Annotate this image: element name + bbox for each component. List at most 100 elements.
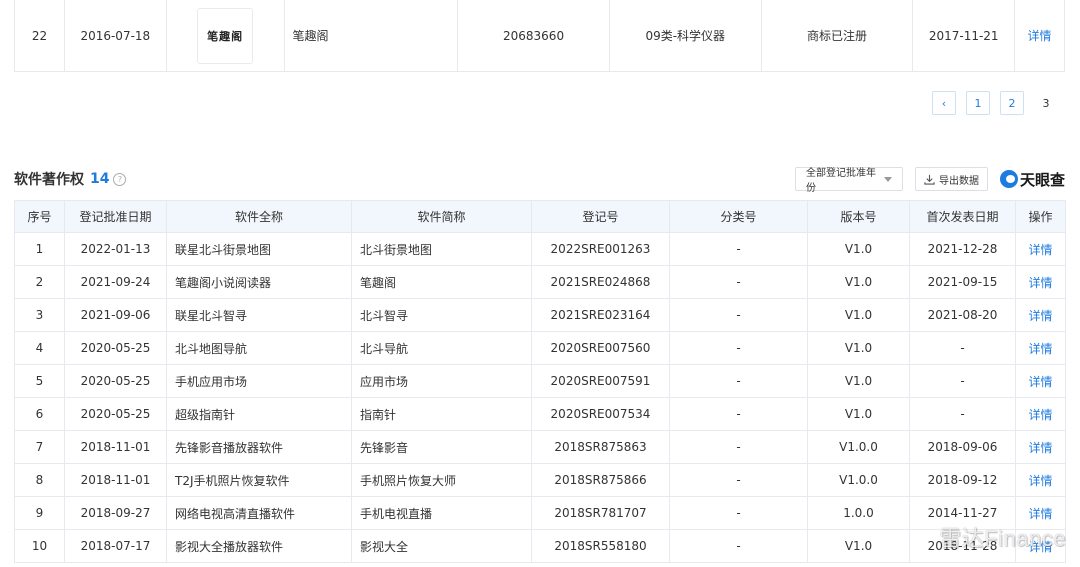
col-header: 软件全称	[166, 200, 352, 233]
section-count: 14	[90, 171, 110, 187]
cell-reg-no: 2021SRE024868	[531, 265, 670, 299]
col-header: 软件简称	[351, 200, 532, 233]
cell-class-no: -	[669, 232, 808, 266]
help-icon[interactable]: ?	[113, 172, 127, 186]
cell-action: 详情	[1015, 364, 1066, 398]
table-row: 2 2021-09-24 笔趣阁小说阅读器 笔趣阁 2021SRE024868 …	[14, 265, 1066, 299]
detail-link[interactable]: 详情	[1028, 507, 1052, 521]
col-header: 登记批准日期	[64, 200, 167, 233]
detail-link[interactable]: 详情	[1028, 441, 1052, 455]
detail-link[interactable]: 详情	[1028, 474, 1052, 488]
cell-class-no: -	[669, 496, 808, 530]
cell-class-no: -	[669, 397, 808, 431]
export-data-button[interactable]: 导出数据	[914, 167, 988, 191]
cell-no: 2	[14, 265, 65, 299]
cell-full-name: 先锋影音播放器软件	[166, 430, 352, 464]
cell-version: V1.0	[807, 265, 910, 299]
col-header: 首次发表日期	[909, 200, 1016, 233]
cell-publish-date: 2021-08-20	[909, 298, 1016, 332]
table-row: 4 2020-05-25 北斗地图导航 北斗导航 2020SRE007560 -…	[14, 331, 1066, 365]
table-row: 1 2022-01-13 联星北斗街景地图 北斗街景地图 2022SRE0012…	[14, 232, 1066, 266]
tianyancha-logo: 天眼查	[999, 169, 1065, 190]
chevron-left-icon: ‹	[941, 96, 947, 110]
cell-publish-date: -	[909, 364, 1016, 398]
detail-link[interactable]: 详情	[1028, 408, 1052, 422]
cell-no: 1	[14, 232, 65, 266]
cell-no: 8	[14, 463, 65, 497]
detail-link[interactable]: 详情	[1028, 276, 1052, 290]
cell-publish-date: 2018-09-12	[909, 463, 1016, 497]
prev-page-button[interactable]: ‹	[932, 91, 956, 115]
detail-link[interactable]: 详情	[1028, 540, 1052, 554]
cell-reg-no: 2018SR558180	[531, 529, 670, 563]
cell-full-name: 影视大全播放器软件	[166, 529, 352, 563]
cell-version: V1.0	[807, 232, 910, 266]
cell-short-name: 北斗街景地图	[351, 232, 532, 266]
cell-short-name: 手机电视直播	[351, 496, 532, 530]
cell-action: 详情	[1015, 529, 1066, 563]
cell-publish-date: 2014-11-27	[909, 496, 1016, 530]
cell-no: 5	[14, 364, 65, 398]
col-header: 登记号	[531, 200, 670, 233]
table-row: 10 2018-07-17 影视大全播放器软件 影视大全 2018SR55818…	[14, 529, 1066, 563]
cell-approve-date: 2021-09-24	[64, 265, 167, 299]
cell-publish-date: -	[909, 397, 1016, 431]
detail-link[interactable]: 详情	[1028, 243, 1052, 257]
cell-no: 9	[14, 496, 65, 530]
col-header: 分类号	[669, 200, 808, 233]
cell-approve-date: 2020-05-25	[64, 397, 167, 431]
page-current[interactable]: 3	[1034, 91, 1058, 115]
trademark-table-row: 22 2016-07-18 笔趣阁 笔趣阁 20683660 09类-科学仪器 …	[14, 0, 1065, 72]
cell-approve-date: 2018-11-01	[64, 430, 167, 464]
cell-version: 1.0.0	[807, 496, 910, 530]
caret-down-icon	[883, 176, 892, 182]
tm-category: 09类-科学仪器	[610, 0, 762, 71]
cell-full-name: 北斗地图导航	[166, 331, 352, 365]
cell-version: V1.0	[807, 529, 910, 563]
cell-short-name: 先锋影音	[351, 430, 532, 464]
page-button-1[interactable]: 1	[966, 91, 990, 115]
cell-reg-no: 2020SRE007534	[531, 397, 670, 431]
cell-no: 10	[14, 529, 65, 563]
cell-version: V1.0	[807, 298, 910, 332]
software-copyright-table: 序号 登记批准日期 软件全称 软件简称 登记号 分类号 版本号 首次发表日期 操…	[14, 200, 1066, 563]
cell-version: V1.0	[807, 331, 910, 365]
tm-logo-cell: 笔趣阁	[167, 0, 285, 71]
cell-short-name: 影视大全	[351, 529, 532, 563]
cell-short-name: 笔趣阁	[351, 265, 532, 299]
cell-action: 详情	[1015, 496, 1066, 530]
tm-date: 2017-11-21	[913, 0, 1016, 71]
table-row: 9 2018-09-27 网络电视高清直播软件 手机电视直播 2018SR781…	[14, 496, 1066, 530]
section-title: 软件著作权	[14, 172, 84, 188]
table-row: 8 2018-11-01 T2J手机照片恢复软件 手机照片恢复大师 2018SR…	[14, 463, 1066, 497]
detail-link[interactable]: 详情	[1028, 309, 1052, 323]
export-label: 导出数据	[938, 175, 979, 187]
detail-link[interactable]: 详情	[1028, 375, 1052, 389]
col-header: 版本号	[807, 200, 910, 233]
page-button-2[interactable]: 2	[1000, 91, 1024, 115]
detail-link[interactable]: 详情	[1028, 342, 1052, 356]
year-filter-dropdown[interactable]: 全部登记批准年份	[794, 167, 903, 194]
cell-reg-no: 2018SR875863	[531, 430, 670, 464]
col-header: 序号	[14, 200, 65, 233]
cell-class-no: -	[669, 430, 808, 464]
cell-class-no: -	[669, 331, 808, 365]
cell-publish-date: 2021-09-15	[909, 265, 1016, 299]
tm-action-cell: 详情	[1015, 0, 1064, 71]
cell-action: 详情	[1015, 265, 1066, 299]
cell-approve-date: 2018-07-17	[64, 529, 167, 563]
cell-full-name: 联星北斗智寻	[166, 298, 352, 332]
cell-reg-no: 2021SRE023164	[531, 298, 670, 332]
cell-action: 详情	[1015, 463, 1066, 497]
cell-class-no: -	[669, 298, 808, 332]
cell-class-no: -	[669, 463, 808, 497]
cell-action: 详情	[1015, 232, 1066, 266]
cell-approve-date: 2020-05-25	[64, 364, 167, 398]
tm-apply-date: 2016-07-18	[65, 0, 167, 71]
cell-reg-no: 2018SR875866	[531, 463, 670, 497]
tm-detail-link[interactable]: 详情	[1028, 27, 1052, 44]
table-header-row: 序号 登记批准日期 软件全称 软件简称 登记号 分类号 版本号 首次发表日期 操…	[14, 200, 1066, 233]
cell-publish-date: 2018-09-06	[909, 430, 1016, 464]
pagination: ‹ 1 2 3	[932, 91, 1058, 115]
year-filter-label: 全部登记批准年份	[805, 168, 876, 194]
